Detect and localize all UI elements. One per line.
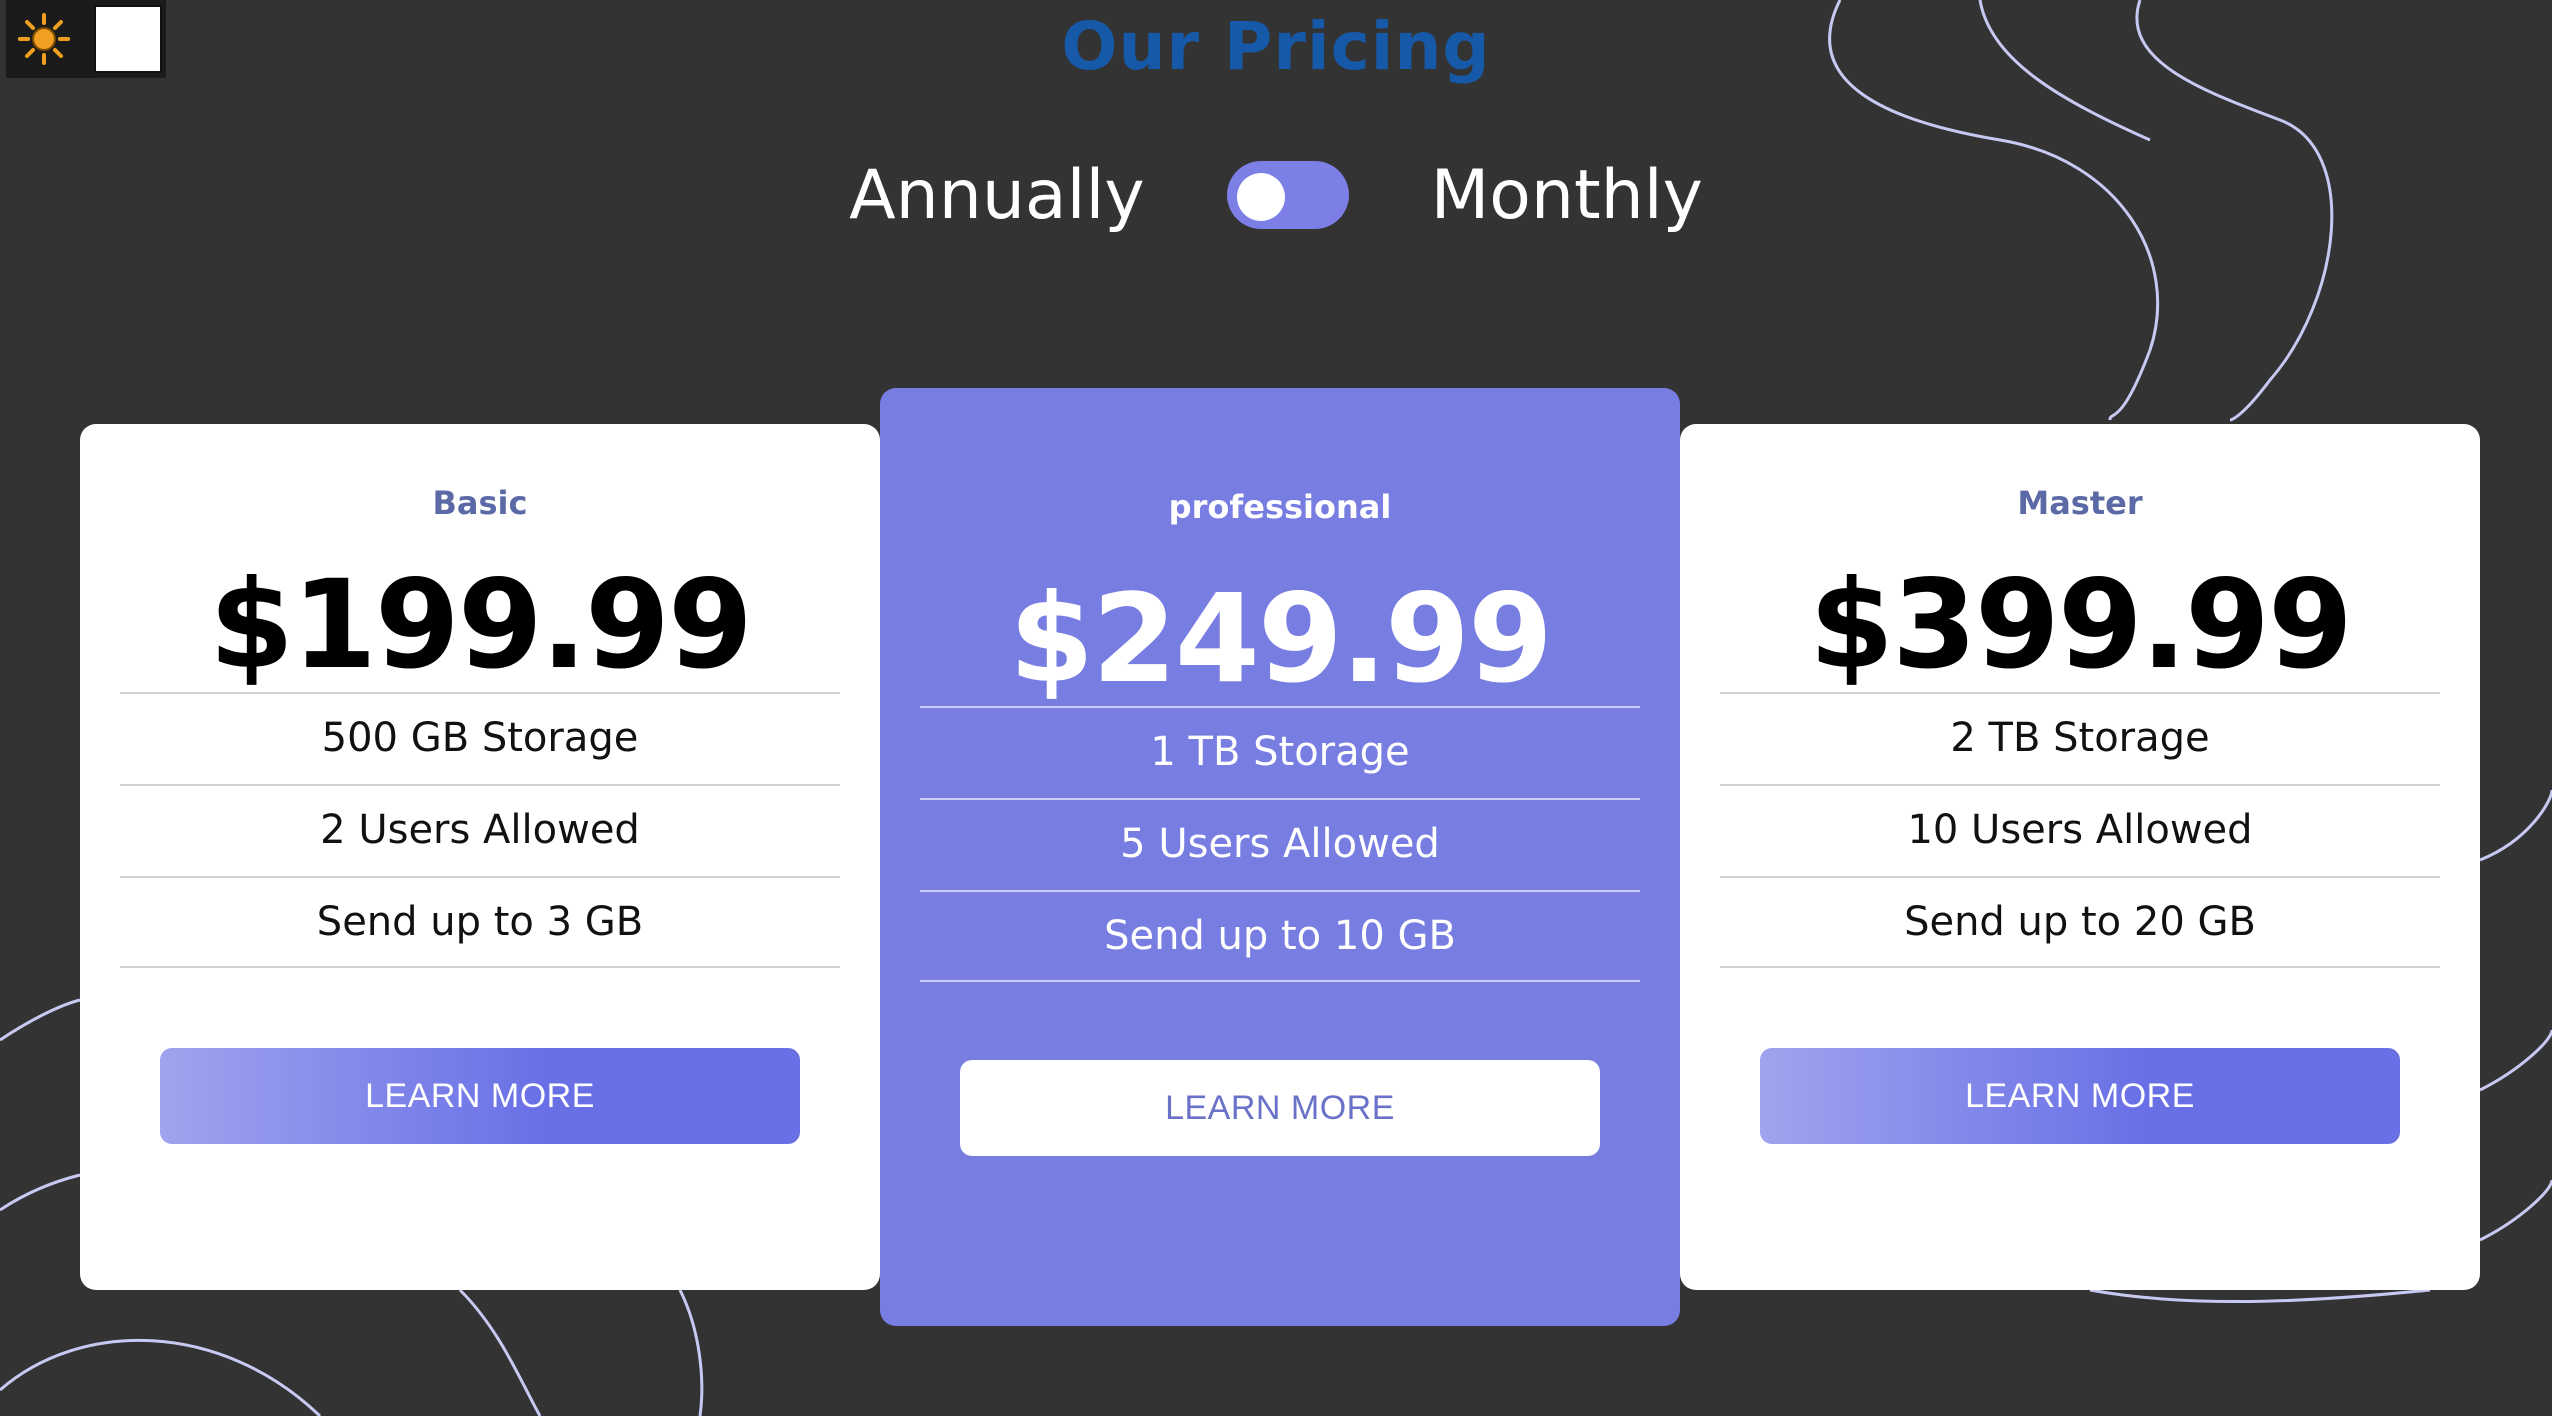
feature-send-limit: Send up to 20 GB <box>1720 876 2440 968</box>
feature-users: 10 Users Allowed <box>1720 784 2440 876</box>
learn-more-button[interactable]: LEARN MORE <box>160 1048 800 1144</box>
switch-knob <box>1236 173 1285 221</box>
feature-send-limit: Send up to 10 GB <box>920 890 1640 982</box>
plan-name: Master <box>2017 484 2143 522</box>
learn-more-button[interactable]: LEARN MORE <box>960 1060 1600 1156</box>
annually-label[interactable]: Annually <box>849 156 1145 235</box>
feature-users: 5 Users Allowed <box>920 798 1640 890</box>
feature-storage: 2 TB Storage <box>1720 692 2440 784</box>
feature-list: 1 TB Storage 5 Users Allowed Send up to … <box>920 706 1640 982</box>
feature-send-limit: Send up to 3 GB <box>120 876 840 968</box>
plan-price: $249.99 <box>1009 568 1553 710</box>
plan-name: professional <box>1168 488 1392 526</box>
pricing-card-master: Master $399.99 2 TB Storage 10 Users All… <box>1680 424 2480 1290</box>
feature-users: 2 Users Allowed <box>120 784 840 876</box>
pricing-card-basic: Basic $199.99 500 GB Storage 2 Users All… <box>80 424 880 1290</box>
page-title: Our Pricing <box>1061 8 1491 85</box>
feature-list: 2 TB Storage 10 Users Allowed Send up to… <box>1720 692 2440 968</box>
pricing-card-professional: professional $249.99 1 TB Storage 5 User… <box>880 388 1680 1326</box>
learn-more-button[interactable]: LEARN MORE <box>1760 1048 2400 1144</box>
feature-storage: 500 GB Storage <box>120 692 840 784</box>
feature-storage: 1 TB Storage <box>920 706 1640 798</box>
feature-list: 500 GB Storage 2 Users Allowed Send up t… <box>120 692 840 968</box>
plan-name: Basic <box>432 484 528 522</box>
plan-price: $199.99 <box>209 554 753 696</box>
billing-switch[interactable] <box>1226 161 1349 229</box>
monthly-label[interactable]: Monthly <box>1431 156 1703 235</box>
plan-price: $399.99 <box>1809 554 2353 696</box>
billing-toggle: Annually Monthly <box>0 150 2552 240</box>
